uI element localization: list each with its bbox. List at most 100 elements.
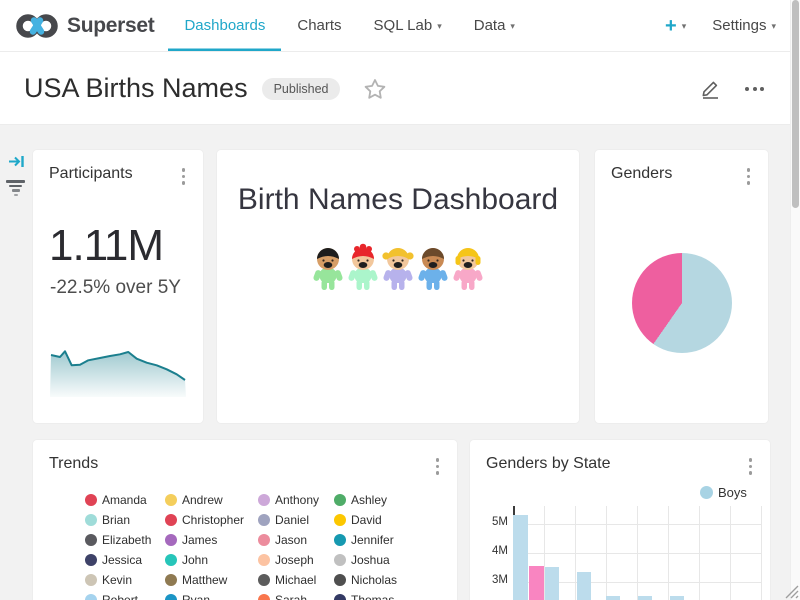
legend-dot-icon [165, 514, 177, 526]
trends-card: Trends Amanda Andrew Anthony Ashley Bria… [33, 440, 457, 600]
legend-item[interactable]: Sarah [258, 590, 334, 600]
legend-item[interactable]: Kevin [85, 570, 165, 590]
resize-grip-icon[interactable] [783, 583, 799, 599]
brand-name: Superset [67, 14, 154, 38]
legend-dot-icon [334, 494, 346, 506]
header-actions [700, 78, 776, 99]
genders-card: Genders [595, 150, 768, 423]
legend-item[interactable]: Elizabeth [85, 530, 165, 550]
scrollbar-track[interactable] [790, 0, 800, 600]
kid-figure [451, 243, 485, 293]
legend-item[interactable]: Joseph [258, 550, 334, 570]
dashboard-header: USA Births Names Published [0, 53, 800, 125]
big-number-subheader: -22.5% over 5Y [50, 277, 203, 299]
legend-dot-icon [85, 534, 97, 546]
legend-item[interactable]: Michael [258, 570, 334, 590]
gridline [513, 553, 761, 554]
new-item-button[interactable]: + ▾ [665, 16, 686, 36]
legend-dot-icon [258, 594, 270, 600]
participants-sparkline [50, 350, 186, 397]
gridline [513, 524, 761, 525]
legend-item[interactable]: Joshua [334, 550, 424, 570]
genders-pie[interactable] [632, 253, 732, 353]
chart-title: Trends [49, 455, 98, 473]
edit-pencil-icon[interactable] [700, 78, 721, 99]
chart-title: Genders [611, 165, 672, 183]
legend-item[interactable]: Jessica [85, 550, 165, 570]
nav-menu: Dashboards Charts SQL Lab▾ Data▾ [168, 0, 530, 51]
legend-item[interactable]: John [165, 550, 258, 570]
legend-item[interactable]: Jason [258, 530, 334, 550]
nav-item-charts[interactable]: Charts [281, 0, 357, 51]
caret-down-icon: ▾ [771, 21, 776, 32]
legend-item[interactable]: Andrew [165, 490, 258, 510]
legend-item[interactable]: Christopher [165, 510, 258, 530]
page-title: USA Births Names [24, 73, 248, 104]
legend-item[interactable]: Amanda [85, 490, 165, 510]
legend-item[interactable]: Matthew [165, 570, 258, 590]
legend-item[interactable]: Robert [85, 590, 165, 600]
bar[interactable] [545, 567, 559, 600]
kebab-menu-icon[interactable] [434, 455, 442, 478]
infinity-logo-icon [14, 11, 60, 41]
legend-item[interactable]: Ryan [165, 590, 258, 600]
legend-dot-icon [165, 594, 177, 600]
legend-item[interactable]: Brian [85, 510, 165, 530]
bar[interactable] [577, 572, 591, 600]
participants-card: Participants 1.11M -22.5% over 5Y [33, 150, 203, 423]
bar[interactable] [670, 596, 684, 600]
legend-item[interactable]: Thomas [334, 590, 424, 600]
caret-down-icon: ▾ [682, 21, 687, 32]
settings-menu[interactable]: Settings ▾ [712, 17, 776, 34]
legend-item[interactable]: Anthony [258, 490, 334, 510]
legend-dot-icon [334, 594, 346, 600]
filter-icon[interactable] [6, 180, 25, 196]
scrollbar-thumb[interactable] [792, 0, 799, 208]
plus-icon: + [665, 16, 677, 36]
kids-illustration [217, 243, 579, 293]
legend-dot-icon [165, 574, 177, 586]
legend-item[interactable]: David [334, 510, 424, 530]
bar[interactable] [638, 596, 652, 600]
kid-figure [346, 243, 380, 293]
participants-sparkline-area [50, 351, 186, 397]
chart-title: Participants [49, 165, 133, 183]
nav-item-dashboards[interactable]: Dashboards [168, 0, 281, 51]
y-axis-tick-label: 3M [470, 574, 508, 586]
legend-dot-icon [258, 494, 270, 506]
nav-item-sql-lab[interactable]: SQL Lab▾ [358, 0, 458, 51]
legend-dot-icon [165, 494, 177, 506]
legend-dot-icon [165, 534, 177, 546]
gridline [761, 506, 762, 600]
hero-title: Birth Names Dashboard [217, 183, 579, 217]
legend-dot-icon [258, 514, 270, 526]
legend-dot-icon [85, 494, 97, 506]
bar[interactable] [529, 566, 544, 600]
legend-item[interactable]: Daniel [258, 510, 334, 530]
nav-item-data[interactable]: Data▾ [458, 0, 531, 51]
kebab-menu-icon[interactable] [745, 165, 753, 188]
expand-filter-panel-icon[interactable] [8, 154, 25, 174]
bar[interactable] [513, 515, 528, 600]
legend-dot-icon [85, 554, 97, 566]
legend-dot-icon [334, 554, 346, 566]
legend-item[interactable]: Ashley [334, 490, 424, 510]
kid-figure [311, 243, 345, 293]
kebab-menu-icon[interactable] [180, 165, 188, 188]
hero-card: Birth Names Dashboard [217, 150, 579, 423]
legend-dot-icon [85, 594, 97, 600]
y-axis-tick-label: 5M [470, 516, 508, 528]
dashboard-grid: Participants 1.11M -22.5% over 5Y Birth … [0, 125, 800, 600]
superset-logo[interactable]: Superset [14, 0, 154, 51]
status-badge[interactable]: Published [262, 78, 341, 100]
legend-dot-icon [165, 554, 177, 566]
legend-dot-icon [258, 554, 270, 566]
bar[interactable] [606, 596, 620, 600]
legend-item[interactable]: Jennifer [334, 530, 424, 550]
more-options-icon[interactable] [745, 87, 764, 91]
favorite-star-icon[interactable] [364, 78, 386, 100]
superset-app: Superset Dashboards Charts SQL Lab▾ Data… [0, 0, 800, 600]
legend-item[interactable]: Nicholas [334, 570, 424, 590]
legend-item[interactable]: James [165, 530, 258, 550]
legend-dot-icon [85, 574, 97, 586]
